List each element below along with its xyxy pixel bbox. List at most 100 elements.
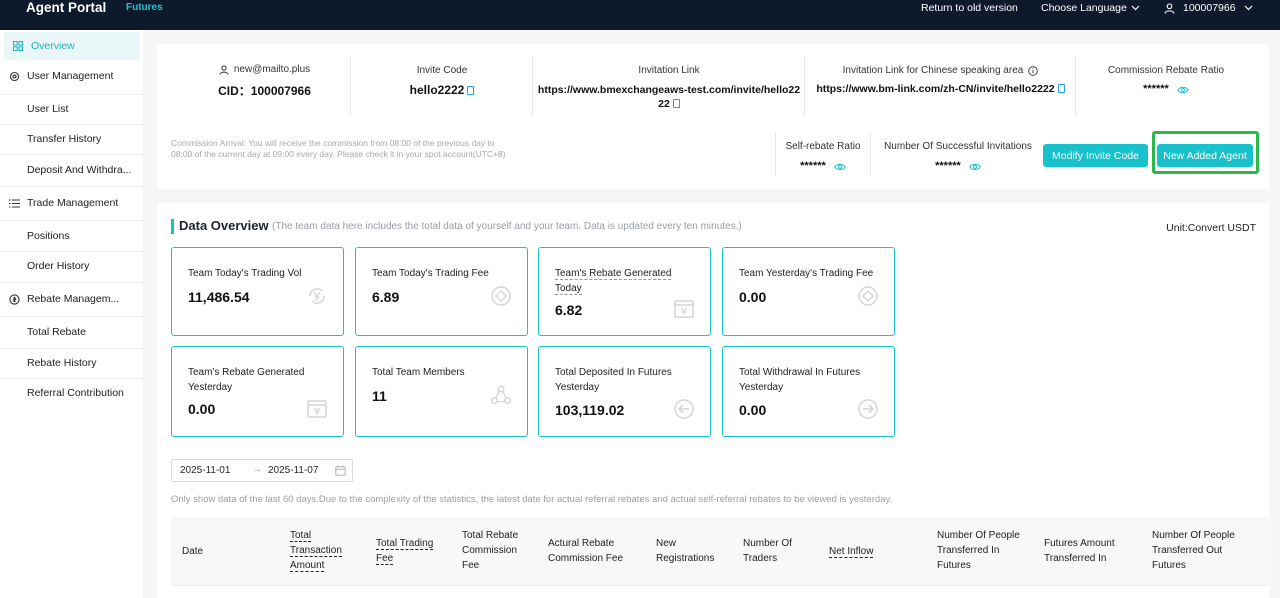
stat-card: Total Withdrawal In Futures Yesterday 0.… (722, 346, 895, 437)
sidebar-item-label: Trade Management (27, 197, 119, 209)
stat-card: Team Yesterday's Trading Fee 0.00 (722, 247, 895, 336)
yuan-cycle-icon (309, 288, 325, 304)
sidebar-item-rebate-management[interactable]: Rebate Managem... (0, 285, 143, 313)
app-title: Agent Portal (26, 0, 107, 15)
diamond-coin-icon (858, 286, 878, 306)
calendar-icon (335, 465, 346, 476)
date-range-note: Only show data of the last 60 days.Due t… (171, 494, 893, 505)
card-label: Team Yesterday's Trading Fee (739, 268, 874, 279)
column-header-total-rebate-commission-fee: Total Rebate Commission Fee (462, 530, 519, 571)
self-rebate-label: Self-rebate Ratio (785, 141, 861, 152)
sidebar-item-label: Rebate Managem... (27, 293, 120, 305)
card-label: Total Team Members (372, 367, 465, 378)
user-icon (1164, 2, 1175, 14)
column-header-total-trading-fee[interactable]: Total Trading Fee (376, 536, 446, 566)
sidebar-item-user-list[interactable]: User List (0, 95, 143, 123)
top-bar: Agent Portal Futures Return to old versi… (0, 0, 1280, 30)
sidebar-item-label: Total Rebate (27, 326, 86, 338)
sidebar-item-deposit-withdraw[interactable]: Deposit And Withdra... (0, 156, 143, 184)
card-label: Team's Rebate Generated Yesterday (188, 367, 305, 393)
section-subtitle: (The team data here includes the total d… (272, 221, 742, 232)
sidebar-item-rebate-history[interactable]: Rebate History (0, 349, 143, 377)
card-value: 0.00 (739, 289, 767, 305)
arrow-in-icon (674, 399, 694, 419)
new-added-agent-button[interactable]: New Added Agent (1157, 144, 1253, 167)
column-header-futures-amount-transferred-in: Futures Amount Transferred In (1044, 538, 1115, 564)
column-header-net-inflow[interactable]: Net Inflow (829, 544, 874, 559)
eye-icon[interactable] (1176, 86, 1189, 94)
return-old-version-link[interactable]: Return to old version (921, 2, 1018, 14)
sidebar-item-positions[interactable]: Positions (0, 222, 143, 250)
card-value: 11,486.54 (188, 289, 250, 305)
card-value: 11 (372, 388, 387, 404)
sidebar-item-trade-management[interactable]: Trade Management (0, 189, 143, 217)
range-arrow-icon: → (252, 464, 262, 475)
sidebar-item-referral-contribution[interactable]: Referral Contribution (0, 379, 143, 407)
sidebar-item-label: Order History (27, 260, 90, 272)
cn-link-value[interactable]: https://www.bm-link.com/zh-CN/invite/hel… (816, 83, 1054, 95)
column-header-people-transferred-out: Number Of People Transferred Out Futures (1152, 530, 1235, 571)
unit-label: Unit:Convert USDT (1166, 222, 1256, 234)
card-value: 0.00 (739, 402, 767, 418)
sidebar-item-label: Positions (27, 230, 70, 242)
column-header-people-transferred-in: Number Of People Transferred In Futures (937, 530, 1020, 571)
card-label: Total Deposited In Futures Yesterday (555, 367, 672, 393)
account-email: new@mailto.plus (233, 64, 311, 75)
title-accent-bar (171, 219, 174, 234)
language-label: Choose Language (1041, 2, 1127, 14)
card-value: 6.89 (372, 289, 400, 305)
list-icon (8, 197, 20, 209)
eye-icon[interactable] (968, 163, 981, 171)
column-header-new-registrations: New Registrations (656, 538, 715, 564)
invitation-link-line1[interactable]: https://www.bmexchangeaws-test.com/invit… (534, 83, 804, 97)
end-date[interactable]: 2025-11-07 (268, 465, 318, 476)
info-icon[interactable] (1028, 65, 1039, 76)
column-header-date: Date (182, 546, 204, 557)
coin-icon (8, 293, 20, 305)
arrow-out-icon (858, 399, 878, 419)
user-id: 100007966 (1183, 2, 1236, 14)
sidebar-item-label: Deposit And Withdra... (27, 164, 132, 176)
diamond-coin-icon (491, 286, 511, 306)
table-header: Date Total Transaction Amount Total Trad… (171, 517, 1269, 585)
sidebar: Overview User Management User List Trans… (0, 30, 143, 598)
language-selector[interactable]: Choose Language (1041, 2, 1140, 14)
invite-code-label: Invite Code (416, 65, 468, 76)
sidebar-item-label: User List (27, 103, 69, 115)
cid-value: 100007966 (250, 84, 311, 98)
self-rebate-value: ****** (800, 160, 826, 172)
product-label[interactable]: Futures (126, 2, 163, 13)
chevron-down-icon (1244, 5, 1252, 11)
column-header-total-transaction-amount[interactable]: Total Transaction Amount (290, 528, 352, 573)
modify-invite-code-button[interactable]: Modify Invite Code (1043, 144, 1148, 167)
user-menu[interactable]: 100007966 (1164, 2, 1253, 14)
start-date[interactable]: 2025-11-01 (180, 465, 230, 476)
sidebar-item-order-history[interactable]: Order History (0, 252, 143, 280)
successful-invitations-value: ****** (935, 160, 961, 172)
stat-card: Total Team Members 11 (355, 346, 528, 437)
copy-icon[interactable] (1057, 84, 1065, 93)
card-label[interactable]: Team's Rebate Generated Today (555, 268, 672, 295)
successful-invitations-label: Number Of Successful Invitations (884, 141, 1032, 152)
stat-card: Team's Rebate Generated Yesterday 0.00 (171, 346, 344, 437)
stat-card: Total Deposited In Futures Yesterday 103… (538, 346, 711, 437)
wallet-yuan-icon (307, 400, 327, 418)
invitation-link-line2[interactable]: 22 (658, 98, 670, 110)
user-icon (219, 64, 229, 75)
data-overview-panel: Data Overview (The team data here includ… (157, 203, 1269, 598)
invitation-link-label: Invitation Link (638, 65, 700, 76)
commission-ratio-value: ****** (1143, 83, 1169, 95)
cn-link-label: Invitation Link for Chinese speaking are… (842, 65, 1024, 76)
sidebar-item-total-rebate[interactable]: Total Rebate (0, 318, 143, 346)
eye-icon[interactable] (833, 163, 846, 171)
sidebar-item-user-management[interactable]: User Management (0, 62, 143, 90)
gear-icon (8, 70, 20, 82)
copy-icon[interactable] (467, 86, 475, 95)
column-header-number-of-traders: Number Of Traders (743, 538, 792, 564)
column-header-actural-rebate-commission-fee: Actural Rebate Commission Fee (548, 538, 624, 564)
sidebar-item-transfer-history[interactable]: Transfer History (0, 125, 143, 153)
copy-icon[interactable] (672, 99, 680, 108)
date-range-picker[interactable]: 2025-11-01 → 2025-11-07 (171, 459, 353, 482)
sidebar-item-overview[interactable]: Overview (4, 32, 140, 60)
sidebar-item-label: Transfer History (27, 133, 102, 145)
